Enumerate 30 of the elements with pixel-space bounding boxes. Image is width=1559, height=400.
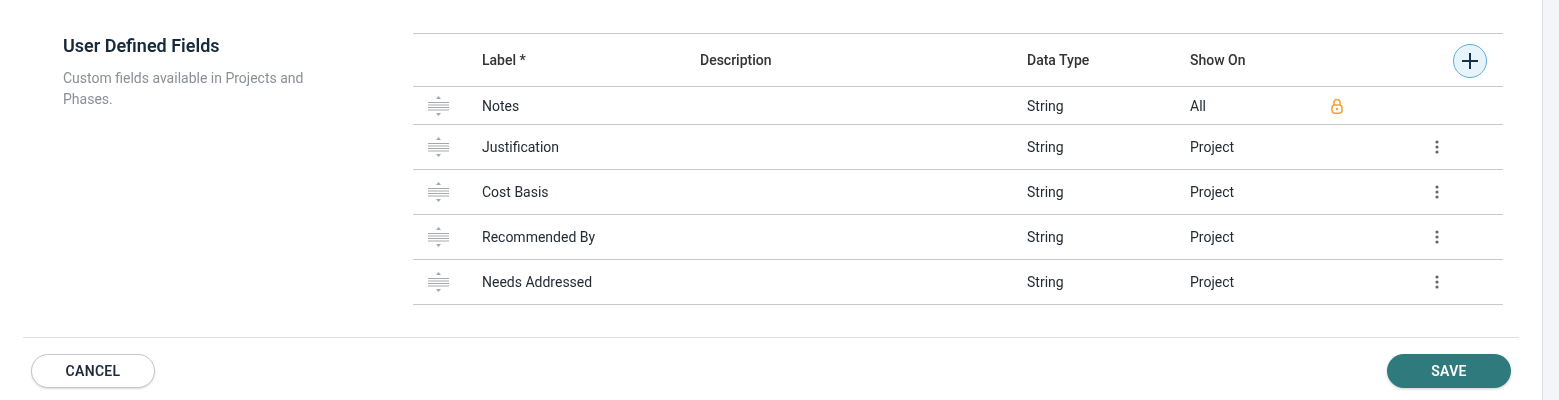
data-type-cell-text: String (1027, 229, 1065, 245)
label-cell-text: Justification (482, 139, 561, 155)
column-header: Description (700, 52, 773, 68)
column-header: Label * (482, 52, 527, 68)
section-title: User Defined Fields (63, 35, 221, 56)
drag-handle-icon[interactable] (428, 137, 449, 157)
show-on-cell-text: Project (1190, 229, 1236, 245)
column-header: Show On (1190, 52, 1247, 68)
label-cell-text: Notes (482, 97, 521, 114)
data-type-cell-text: String (1027, 97, 1065, 114)
data-type-cell-text: String (1027, 139, 1065, 155)
drag-handle-icon[interactable] (428, 95, 449, 116)
show-on-cell-text: Project (1190, 274, 1236, 290)
label-cell-text: Cost Basis (482, 184, 550, 200)
label-cell-text: Needs Addressed (482, 274, 594, 290)
show-on-cell-text: Project (1190, 184, 1236, 200)
label-cell-text: Recommended By (482, 229, 597, 245)
section-description: Custom fields available in Projects and Phases. (63, 69, 305, 109)
plus-icon (1461, 52, 1479, 70)
column-header: Data Type (1027, 52, 1091, 68)
save-button[interactable]: SAVE (1387, 354, 1511, 388)
drag-handle-icon[interactable] (428, 227, 449, 247)
add-button[interactable] (1453, 44, 1487, 78)
data-type-cell-text: String (1027, 274, 1065, 290)
show-on-cell-text: All (1190, 97, 1207, 114)
data-type-cell-text: String (1027, 184, 1065, 200)
show-on-cell-text: Project (1190, 139, 1236, 155)
drag-handle-icon[interactable] (428, 182, 449, 202)
cancel-button[interactable]: CANCEL (31, 354, 155, 388)
drag-handle-icon[interactable] (428, 272, 449, 292)
